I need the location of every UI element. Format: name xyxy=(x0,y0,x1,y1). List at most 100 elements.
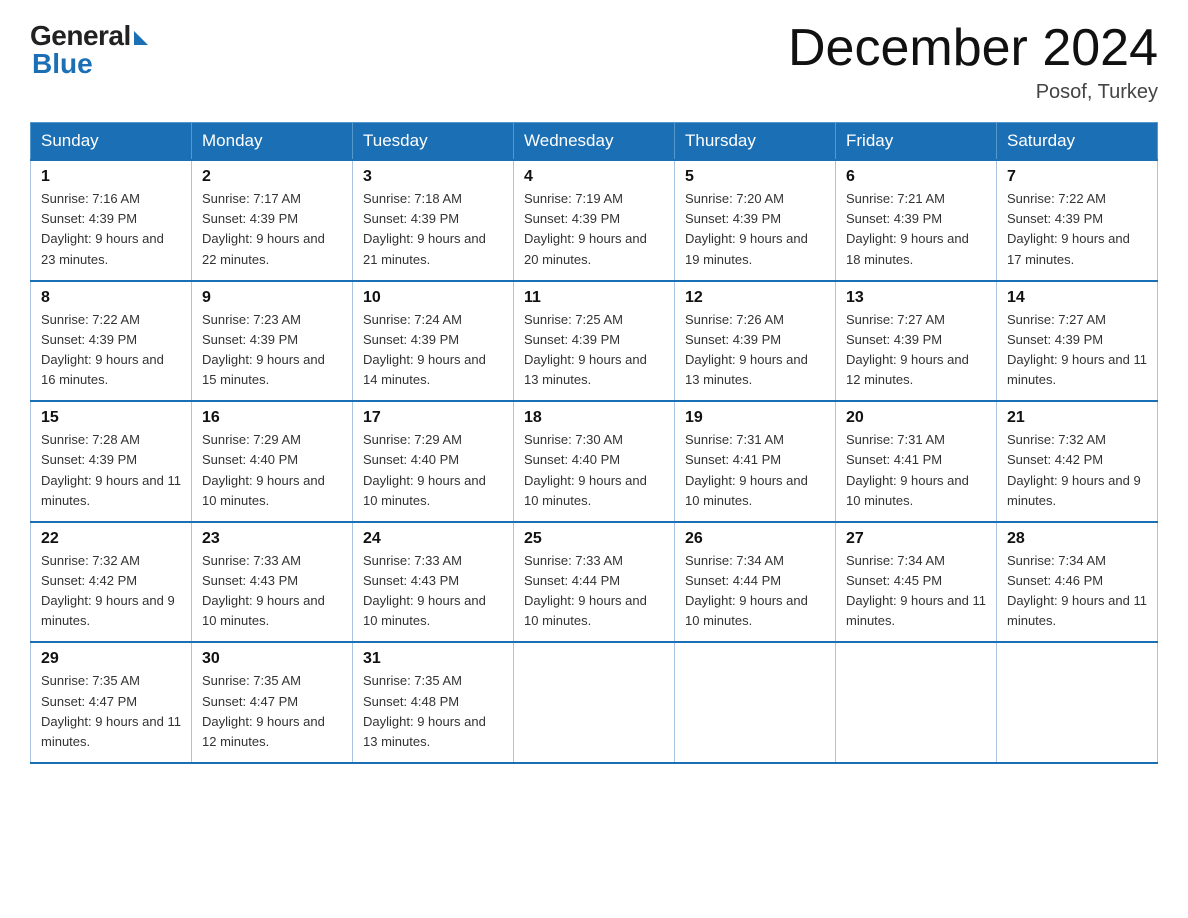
calendar-cell: 21 Sunrise: 7:32 AMSunset: 4:42 PMDaylig… xyxy=(997,401,1158,522)
calendar-cell: 15 Sunrise: 7:28 AMSunset: 4:39 PMDaylig… xyxy=(31,401,192,522)
calendar-week-row: 15 Sunrise: 7:28 AMSunset: 4:39 PMDaylig… xyxy=(31,401,1158,522)
calendar-week-row: 8 Sunrise: 7:22 AMSunset: 4:39 PMDayligh… xyxy=(31,281,1158,402)
day-number: 6 xyxy=(846,168,986,186)
day-info: Sunrise: 7:21 AMSunset: 4:39 PMDaylight:… xyxy=(846,191,969,266)
calendar-header-row: SundayMondayTuesdayWednesdayThursdayFrid… xyxy=(31,123,1158,161)
logo: General Blue xyxy=(30,20,148,80)
day-number: 24 xyxy=(363,530,503,548)
day-number: 28 xyxy=(1007,530,1147,548)
day-info: Sunrise: 7:33 AMSunset: 4:44 PMDaylight:… xyxy=(524,553,647,628)
calendar-table: SundayMondayTuesdayWednesdayThursdayFrid… xyxy=(30,122,1158,764)
calendar-cell: 10 Sunrise: 7:24 AMSunset: 4:39 PMDaylig… xyxy=(353,281,514,402)
calendar-cell: 13 Sunrise: 7:27 AMSunset: 4:39 PMDaylig… xyxy=(836,281,997,402)
day-number: 15 xyxy=(41,409,181,427)
day-number: 1 xyxy=(41,168,181,186)
calendar-week-row: 1 Sunrise: 7:16 AMSunset: 4:39 PMDayligh… xyxy=(31,160,1158,281)
logo-blue-text: Blue xyxy=(32,48,93,80)
day-info: Sunrise: 7:35 AMSunset: 4:47 PMDaylight:… xyxy=(41,673,181,748)
location-label: Posof, Turkey xyxy=(788,81,1158,104)
calendar-cell: 8 Sunrise: 7:22 AMSunset: 4:39 PMDayligh… xyxy=(31,281,192,402)
day-info: Sunrise: 7:31 AMSunset: 4:41 PMDaylight:… xyxy=(846,432,969,507)
day-number: 22 xyxy=(41,530,181,548)
calendar-cell: 6 Sunrise: 7:21 AMSunset: 4:39 PMDayligh… xyxy=(836,160,997,281)
day-info: Sunrise: 7:33 AMSunset: 4:43 PMDaylight:… xyxy=(202,553,325,628)
day-info: Sunrise: 7:29 AMSunset: 4:40 PMDaylight:… xyxy=(202,432,325,507)
day-info: Sunrise: 7:24 AMSunset: 4:39 PMDaylight:… xyxy=(363,312,486,387)
calendar-cell: 29 Sunrise: 7:35 AMSunset: 4:47 PMDaylig… xyxy=(31,642,192,763)
day-info: Sunrise: 7:29 AMSunset: 4:40 PMDaylight:… xyxy=(363,432,486,507)
day-number: 29 xyxy=(41,650,181,668)
calendar-cell xyxy=(836,642,997,763)
calendar-cell: 28 Sunrise: 7:34 AMSunset: 4:46 PMDaylig… xyxy=(997,522,1158,643)
day-info: Sunrise: 7:16 AMSunset: 4:39 PMDaylight:… xyxy=(41,191,164,266)
day-number: 31 xyxy=(363,650,503,668)
day-number: 25 xyxy=(524,530,664,548)
calendar-cell xyxy=(675,642,836,763)
calendar-cell: 1 Sunrise: 7:16 AMSunset: 4:39 PMDayligh… xyxy=(31,160,192,281)
day-info: Sunrise: 7:30 AMSunset: 4:40 PMDaylight:… xyxy=(524,432,647,507)
day-info: Sunrise: 7:22 AMSunset: 4:39 PMDaylight:… xyxy=(1007,191,1130,266)
day-info: Sunrise: 7:27 AMSunset: 4:39 PMDaylight:… xyxy=(1007,312,1147,387)
calendar-cell: 22 Sunrise: 7:32 AMSunset: 4:42 PMDaylig… xyxy=(31,522,192,643)
day-number: 7 xyxy=(1007,168,1147,186)
calendar-cell: 18 Sunrise: 7:30 AMSunset: 4:40 PMDaylig… xyxy=(514,401,675,522)
calendar-cell xyxy=(514,642,675,763)
day-info: Sunrise: 7:23 AMSunset: 4:39 PMDaylight:… xyxy=(202,312,325,387)
calendar-header-monday: Monday xyxy=(192,123,353,161)
day-number: 12 xyxy=(685,289,825,307)
day-number: 10 xyxy=(363,289,503,307)
day-info: Sunrise: 7:18 AMSunset: 4:39 PMDaylight:… xyxy=(363,191,486,266)
calendar-cell: 24 Sunrise: 7:33 AMSunset: 4:43 PMDaylig… xyxy=(353,522,514,643)
day-info: Sunrise: 7:27 AMSunset: 4:39 PMDaylight:… xyxy=(846,312,969,387)
day-info: Sunrise: 7:20 AMSunset: 4:39 PMDaylight:… xyxy=(685,191,808,266)
calendar-cell: 25 Sunrise: 7:33 AMSunset: 4:44 PMDaylig… xyxy=(514,522,675,643)
calendar-cell: 31 Sunrise: 7:35 AMSunset: 4:48 PMDaylig… xyxy=(353,642,514,763)
day-info: Sunrise: 7:35 AMSunset: 4:48 PMDaylight:… xyxy=(363,673,486,748)
day-info: Sunrise: 7:33 AMSunset: 4:43 PMDaylight:… xyxy=(363,553,486,628)
day-number: 18 xyxy=(524,409,664,427)
calendar-header-friday: Friday xyxy=(836,123,997,161)
day-number: 23 xyxy=(202,530,342,548)
day-number: 27 xyxy=(846,530,986,548)
page-header: General Blue December 2024 Posof, Turkey xyxy=(30,20,1158,104)
day-number: 17 xyxy=(363,409,503,427)
calendar-cell: 17 Sunrise: 7:29 AMSunset: 4:40 PMDaylig… xyxy=(353,401,514,522)
day-number: 20 xyxy=(846,409,986,427)
day-number: 2 xyxy=(202,168,342,186)
day-number: 26 xyxy=(685,530,825,548)
calendar-header-tuesday: Tuesday xyxy=(353,123,514,161)
day-info: Sunrise: 7:34 AMSunset: 4:44 PMDaylight:… xyxy=(685,553,808,628)
day-number: 14 xyxy=(1007,289,1147,307)
day-info: Sunrise: 7:19 AMSunset: 4:39 PMDaylight:… xyxy=(524,191,647,266)
day-info: Sunrise: 7:25 AMSunset: 4:39 PMDaylight:… xyxy=(524,312,647,387)
logo-arrow-icon xyxy=(134,31,148,45)
calendar-cell: 3 Sunrise: 7:18 AMSunset: 4:39 PMDayligh… xyxy=(353,160,514,281)
day-info: Sunrise: 7:31 AMSunset: 4:41 PMDaylight:… xyxy=(685,432,808,507)
calendar-week-row: 29 Sunrise: 7:35 AMSunset: 4:47 PMDaylig… xyxy=(31,642,1158,763)
calendar-cell: 2 Sunrise: 7:17 AMSunset: 4:39 PMDayligh… xyxy=(192,160,353,281)
day-number: 4 xyxy=(524,168,664,186)
calendar-cell: 26 Sunrise: 7:34 AMSunset: 4:44 PMDaylig… xyxy=(675,522,836,643)
calendar-week-row: 22 Sunrise: 7:32 AMSunset: 4:42 PMDaylig… xyxy=(31,522,1158,643)
day-info: Sunrise: 7:32 AMSunset: 4:42 PMDaylight:… xyxy=(41,553,175,628)
calendar-cell: 12 Sunrise: 7:26 AMSunset: 4:39 PMDaylig… xyxy=(675,281,836,402)
calendar-cell: 4 Sunrise: 7:19 AMSunset: 4:39 PMDayligh… xyxy=(514,160,675,281)
day-number: 3 xyxy=(363,168,503,186)
calendar-cell: 11 Sunrise: 7:25 AMSunset: 4:39 PMDaylig… xyxy=(514,281,675,402)
calendar-cell: 19 Sunrise: 7:31 AMSunset: 4:41 PMDaylig… xyxy=(675,401,836,522)
day-number: 5 xyxy=(685,168,825,186)
day-number: 19 xyxy=(685,409,825,427)
calendar-cell: 14 Sunrise: 7:27 AMSunset: 4:39 PMDaylig… xyxy=(997,281,1158,402)
calendar-cell: 9 Sunrise: 7:23 AMSunset: 4:39 PMDayligh… xyxy=(192,281,353,402)
calendar-header-sunday: Sunday xyxy=(31,123,192,161)
day-number: 13 xyxy=(846,289,986,307)
day-info: Sunrise: 7:22 AMSunset: 4:39 PMDaylight:… xyxy=(41,312,164,387)
day-info: Sunrise: 7:35 AMSunset: 4:47 PMDaylight:… xyxy=(202,673,325,748)
calendar-header-saturday: Saturday xyxy=(997,123,1158,161)
calendar-cell: 7 Sunrise: 7:22 AMSunset: 4:39 PMDayligh… xyxy=(997,160,1158,281)
day-info: Sunrise: 7:17 AMSunset: 4:39 PMDaylight:… xyxy=(202,191,325,266)
calendar-cell: 30 Sunrise: 7:35 AMSunset: 4:47 PMDaylig… xyxy=(192,642,353,763)
month-title: December 2024 xyxy=(788,20,1158,77)
day-number: 21 xyxy=(1007,409,1147,427)
title-block: December 2024 Posof, Turkey xyxy=(788,20,1158,104)
